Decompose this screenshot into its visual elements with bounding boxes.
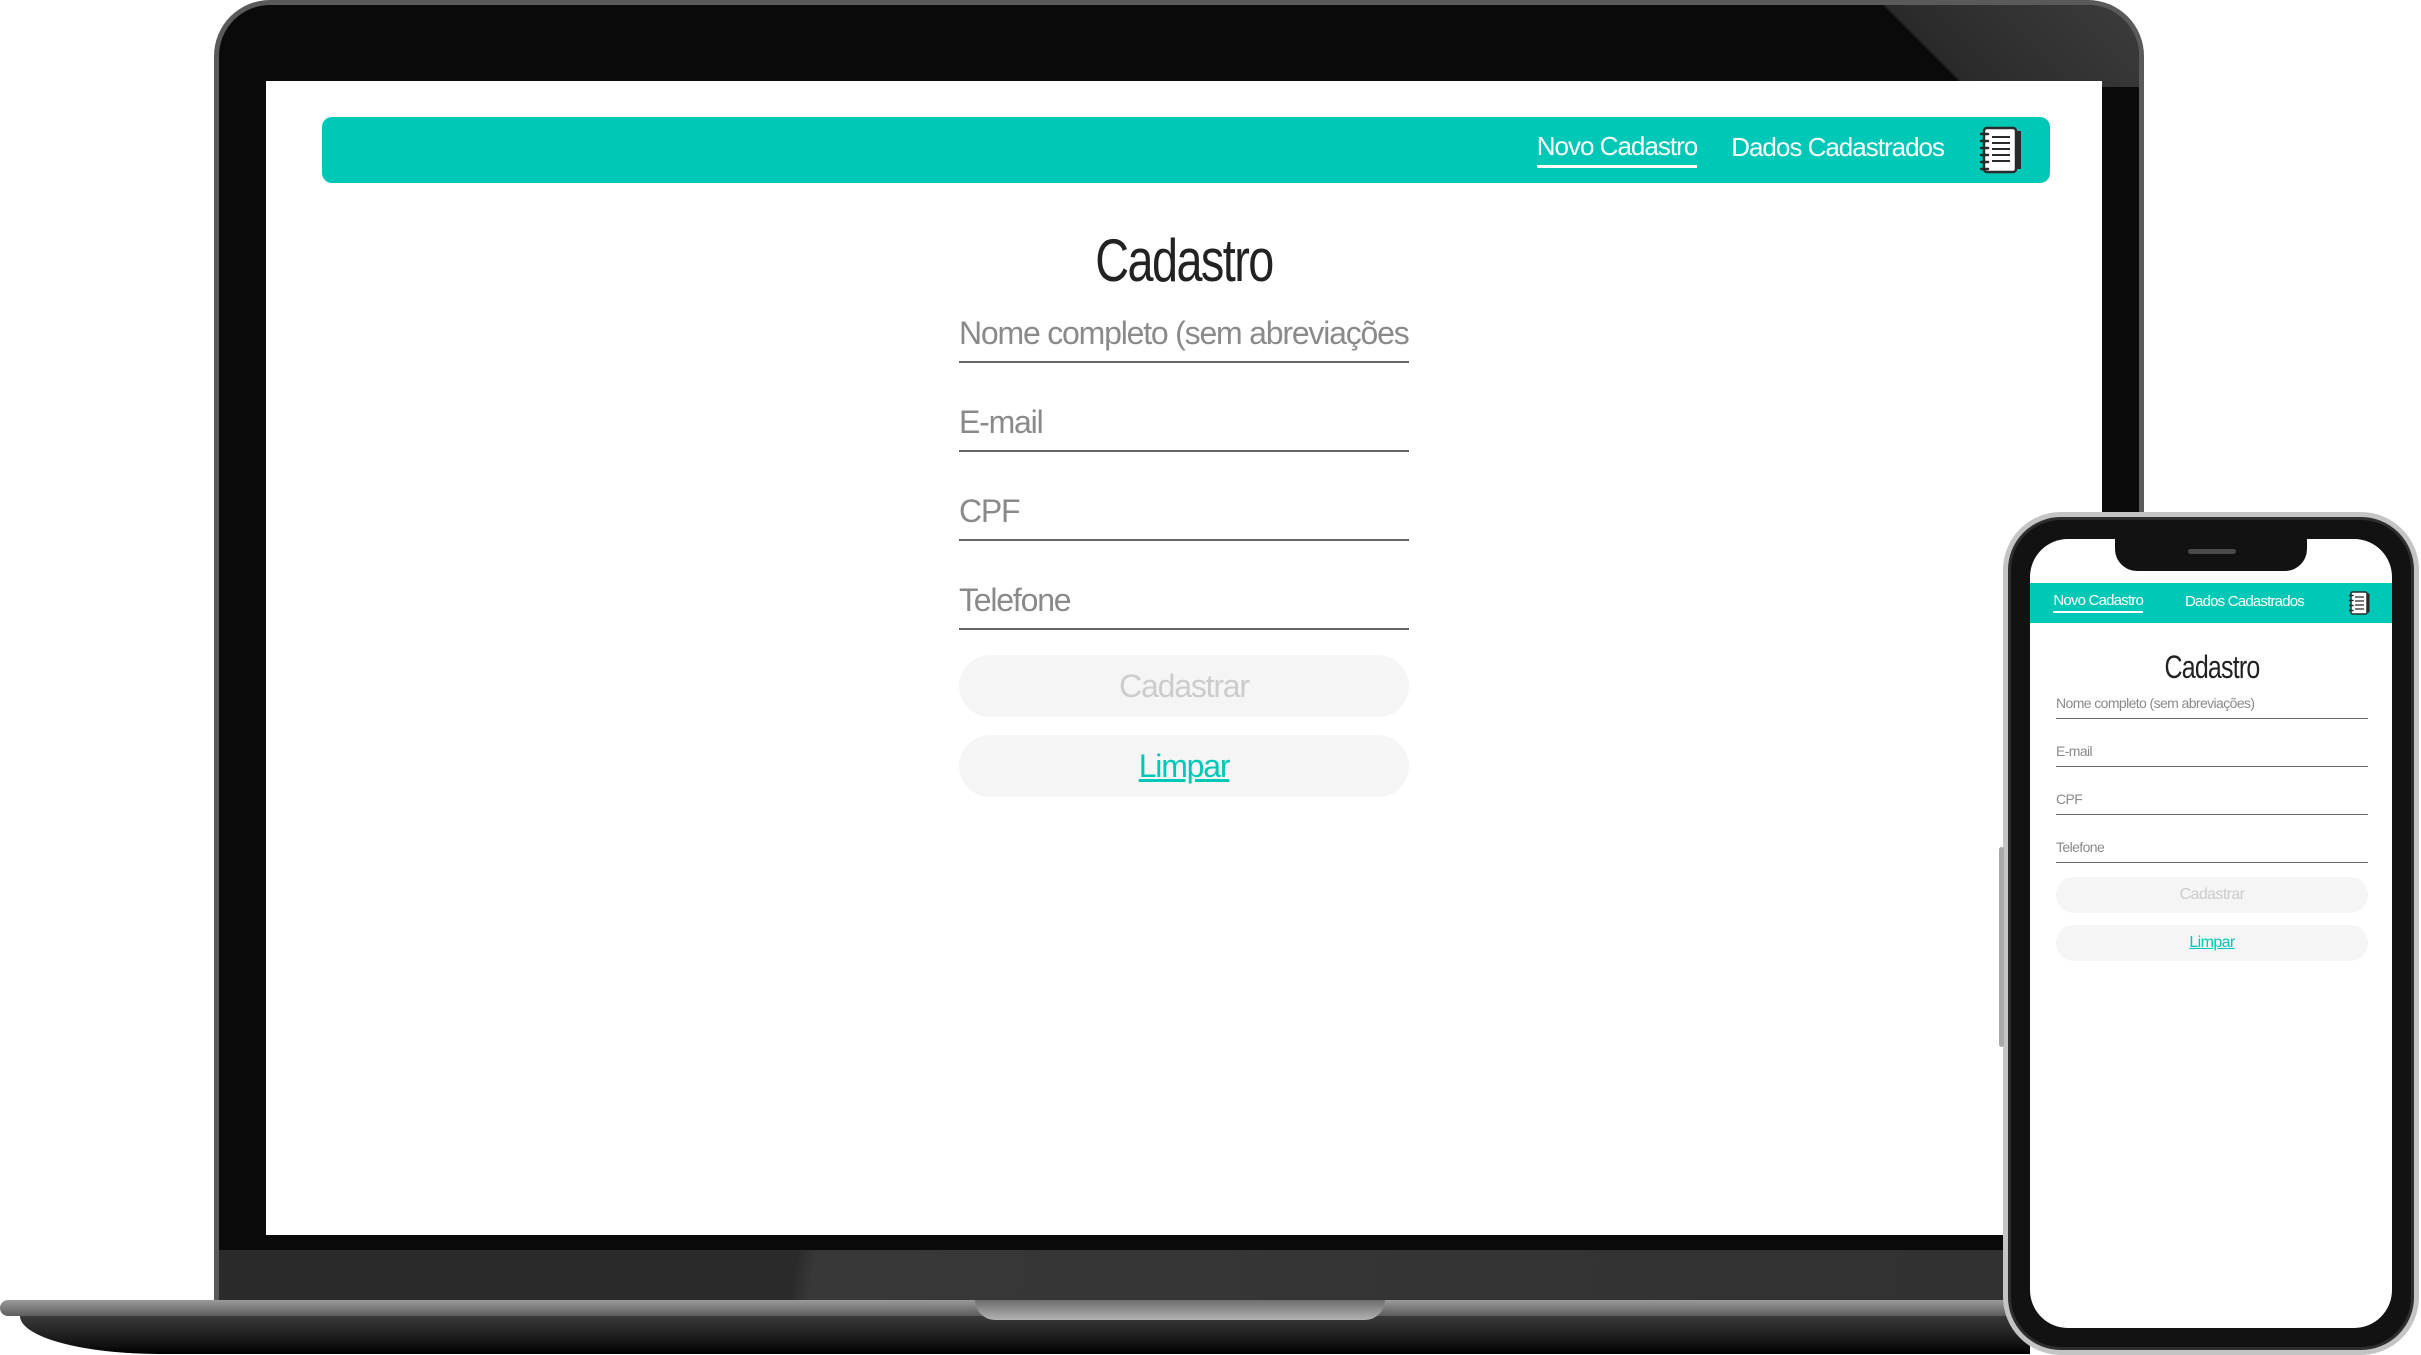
mobile-clear-button[interactable]: Limpar xyxy=(2056,925,2368,961)
mobile-form-title: Cadastro xyxy=(2164,649,2260,685)
phone-input[interactable] xyxy=(959,572,1409,630)
laptop-frame: Novo Cadastro Dados Cadastrados Cadastro… xyxy=(214,0,2144,1300)
registration-form: Cadastro Cadastrar Limpar xyxy=(959,231,1409,797)
laptop-glare xyxy=(1799,5,2139,87)
nav-link-novo-cadastro[interactable]: Novo Cadastro xyxy=(1536,133,1698,168)
top-navbar: Novo Cadastro Dados Cadastrados xyxy=(322,117,2050,183)
laptop-hinge-notch xyxy=(975,1300,1385,1320)
mobile-registration-form: Cadastro Cadastrar Limpar xyxy=(2056,651,2368,961)
submit-button[interactable]: Cadastrar xyxy=(959,655,1409,717)
mobile-name-input[interactable] xyxy=(2056,687,2368,719)
nav-links: Novo Cadastro Dados Cadastrados xyxy=(1536,117,2022,183)
mobile-nav-links: Novo Cadastro Dados Cadastrados xyxy=(2053,583,2370,623)
cpf-input[interactable] xyxy=(959,483,1409,541)
phone-frame: Novo Cadastro Dados Cadastrados Cadastro… xyxy=(1999,512,2419,1355)
laptop-screen: Novo Cadastro Dados Cadastrados Cadastro… xyxy=(266,81,2102,1235)
name-input[interactable] xyxy=(959,305,1409,363)
laptop-bezel xyxy=(219,1250,2139,1300)
phone-side-button xyxy=(1999,847,2004,1047)
mobile-navbar: Novo Cadastro Dados Cadastrados xyxy=(2030,583,2392,623)
mobile-phone-input[interactable] xyxy=(2056,831,2368,863)
mobile-cpf-input[interactable] xyxy=(2056,783,2368,815)
notebook-icon[interactable] xyxy=(1978,125,2022,175)
mobile-notebook-icon[interactable] xyxy=(2348,590,2370,616)
mobile-nav-link-dados-cadastrados[interactable]: Dados Cadastrados xyxy=(2185,594,2305,612)
clear-button[interactable]: Limpar xyxy=(959,735,1409,797)
mobile-nav-link-novo-cadastro[interactable]: Novo Cadastro xyxy=(2053,593,2144,613)
email-input[interactable] xyxy=(959,394,1409,452)
laptop-base-lower xyxy=(20,1316,2030,1354)
phone-speaker xyxy=(2188,549,2236,554)
form-title: Cadastro xyxy=(1095,227,1274,294)
mobile-email-input[interactable] xyxy=(2056,735,2368,767)
phone-screen: Novo Cadastro Dados Cadastrados Cadastro… xyxy=(2030,539,2392,1328)
nav-link-dados-cadastrados[interactable]: Dados Cadastrados xyxy=(1731,134,1945,166)
mobile-submit-button[interactable]: Cadastrar xyxy=(2056,877,2368,913)
phone-notch xyxy=(2115,539,2307,571)
